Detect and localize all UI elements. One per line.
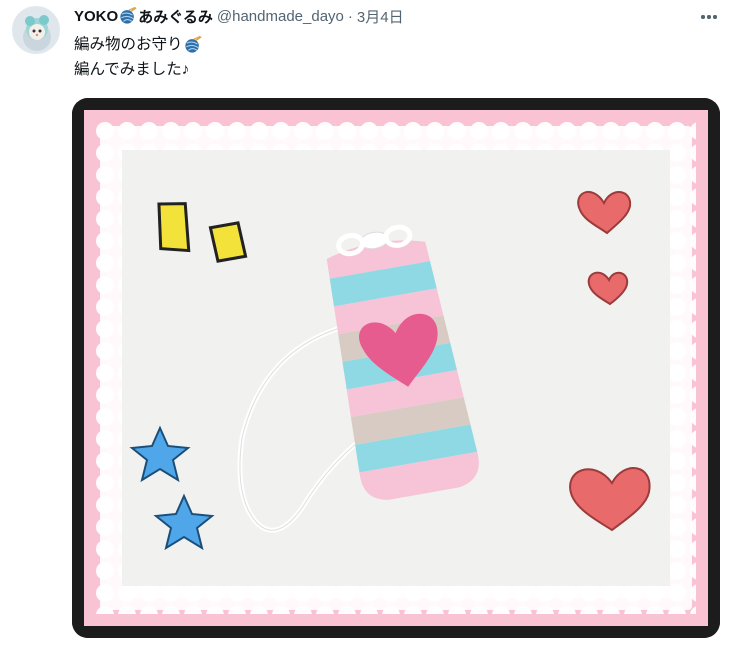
more-options-button[interactable] (692, 0, 726, 34)
tweet-text-line: 編み物のお守り (74, 32, 203, 57)
tweet-date[interactable]: 3月4日 (357, 6, 404, 27)
display-name[interactable]: YOKO (74, 8, 118, 25)
tweet-media-image[interactable] (72, 98, 720, 638)
avatar[interactable] (12, 6, 60, 54)
user-handle[interactable]: @handmade_dayo (217, 8, 344, 25)
tweet-header: YOKO あみぐるみ @handmade_dayo · 3月4日 (74, 4, 404, 28)
yarn-ball-icon (184, 35, 202, 53)
photo-crochet-omamori (72, 98, 720, 638)
more-options-icon (701, 15, 705, 19)
tweet-text-line2: 編んでみました♪ (74, 61, 190, 78)
yarn-ball-icon (120, 7, 137, 24)
tweet-text: 編み物のお守り 編んでみました♪ (74, 32, 203, 82)
tweet[interactable]: YOKO あみぐるみ @handmade_dayo · 3月4日 編み物のお守り… (0, 0, 737, 649)
more-dot (713, 15, 717, 19)
tweet-text-line1: 編み物のお守り (74, 36, 183, 53)
more-dot (707, 15, 711, 19)
tweet-text-line: 編んでみました♪ (74, 57, 203, 82)
display-name-suffix[interactable]: あみぐるみ (138, 6, 213, 27)
avatar-image (13, 7, 59, 53)
separator-dot: · (347, 7, 353, 25)
